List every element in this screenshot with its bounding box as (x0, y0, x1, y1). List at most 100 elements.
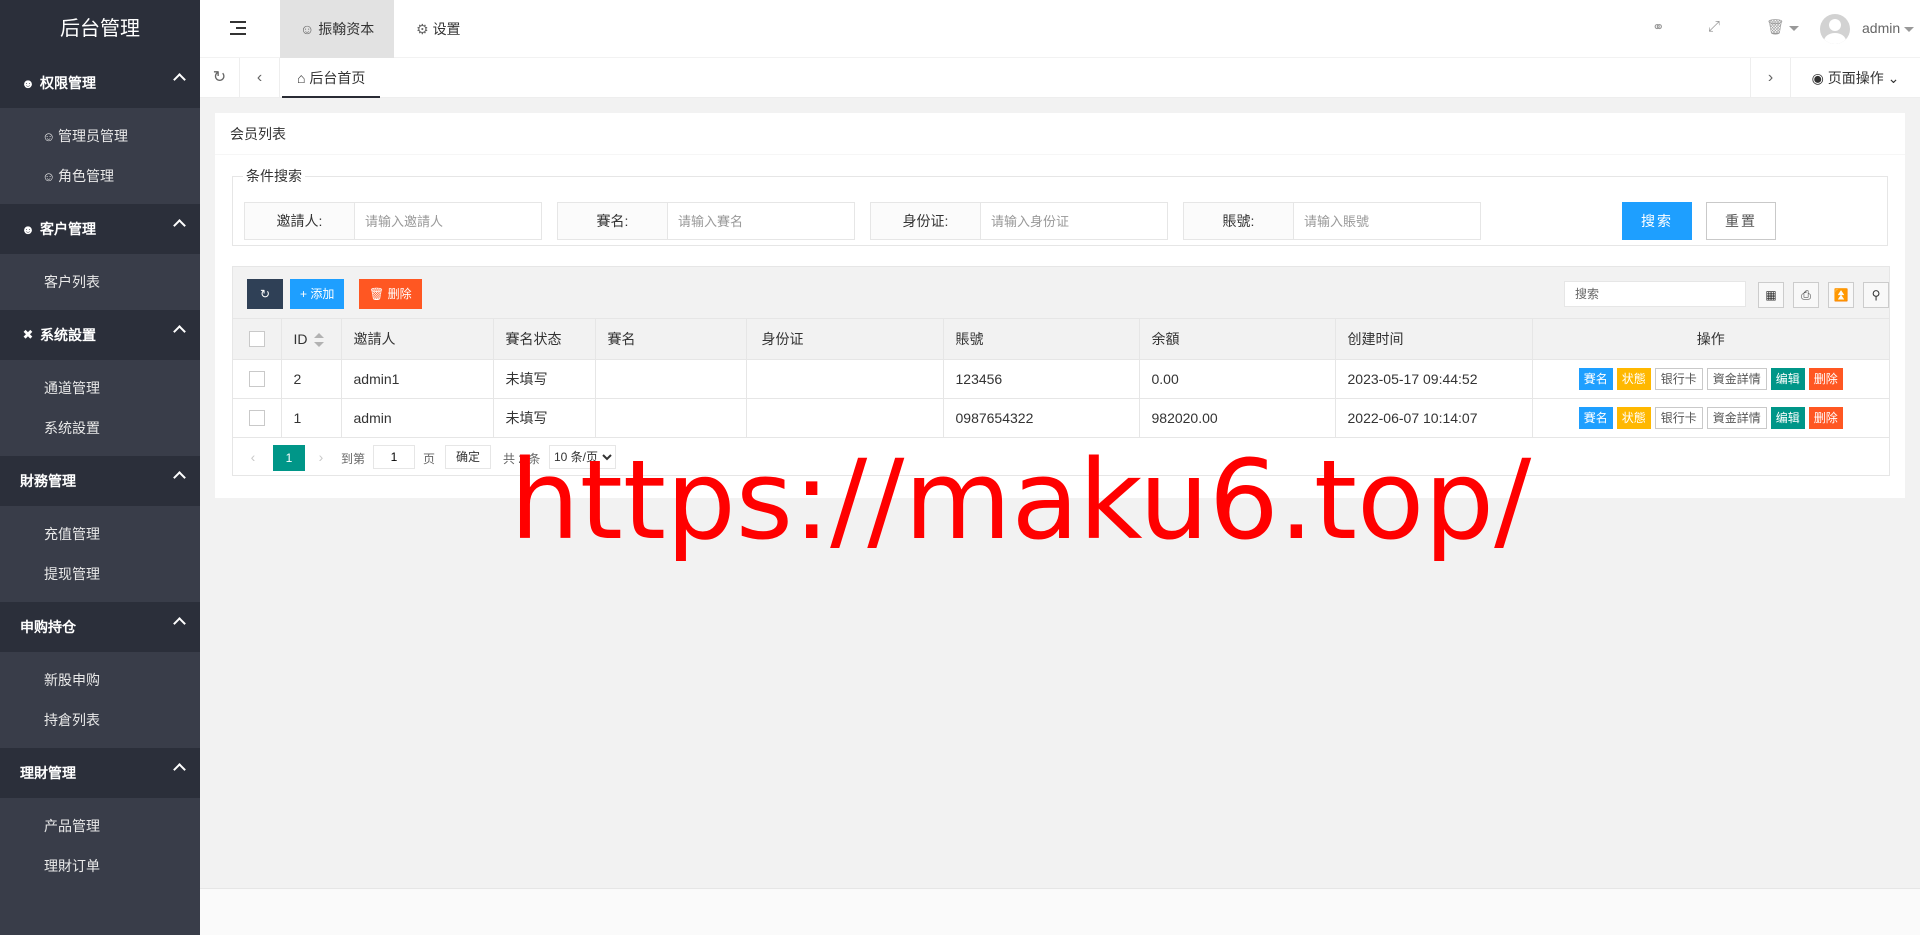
print-icon[interactable]: ⎙ (1793, 282, 1819, 308)
cell-id: 2 (281, 359, 342, 399)
cell-name (595, 359, 747, 399)
chevron-down-icon: ⌄ (1887, 70, 1900, 86)
col-id[interactable]: ID (281, 319, 342, 360)
top-header: ☺ 振翰资本 ⚙ 设置 ⚭ ⤢ 🗑 admin (200, 0, 1920, 58)
sidebar-item-ipo[interactable]: 新股申购 (0, 660, 200, 700)
row-select-cell (233, 359, 282, 399)
sidebar-group-customers[interactable]: ☻ 客户管理 (0, 204, 200, 254)
search-button[interactable]: 搜索 (1622, 202, 1692, 240)
target-icon: ◉ (1811, 70, 1824, 86)
sidebar-item-positions[interactable]: 持倉列表 (0, 700, 200, 740)
cell-balance: 0.00 (1139, 359, 1336, 399)
page-unit-label: 页 (423, 451, 436, 466)
goto-label: 到第 (341, 451, 366, 466)
sidebar-item-system-settings[interactable]: 系统設置 (0, 408, 200, 448)
chevron-left-icon[interactable]: ‹ (240, 58, 280, 98)
header-tab-label: 振翰资本 (318, 21, 375, 37)
sidebar-item-products[interactable]: 产品管理 (0, 806, 200, 846)
menu-toggle-icon[interactable] (230, 18, 250, 38)
sidebar-item-recharge[interactable]: 充值管理 (0, 514, 200, 554)
avatar[interactable] (1820, 14, 1850, 44)
refresh-icon[interactable]: ↻ (200, 58, 240, 98)
chevron-right-icon[interactable]: › (1750, 58, 1790, 98)
status-button[interactable]: 状態 (1616, 367, 1651, 390)
refresh-button[interactable]: ↻ (247, 279, 283, 309)
sidebar-group-system[interactable]: ✖ 系统設置 (0, 310, 200, 360)
funds-detail-button[interactable]: 資金詳情 (1706, 406, 1767, 429)
sidebar-group-subscription[interactable]: 申购持仓 (0, 602, 200, 652)
sidebar-group-finance[interactable]: 財務管理 (0, 456, 200, 506)
tab-home[interactable]: ⌂ 后台首页 (282, 58, 381, 98)
row-checkbox[interactable] (248, 410, 265, 427)
select-all-cell (233, 319, 282, 360)
next-page-icon[interactable]: › (313, 445, 329, 469)
delete-button[interactable]: 🗑 删除 (359, 279, 422, 309)
row-checkbox[interactable] (248, 371, 265, 388)
name-input[interactable] (668, 203, 854, 239)
trash-icon[interactable]: 🗑 (1766, 18, 1800, 36)
header-tab-settings[interactable]: ⚙ 设置 (396, 0, 481, 58)
globe-icon[interactable]: ⚭ (1652, 18, 1665, 36)
cell-balance: 982020.00 (1139, 398, 1336, 438)
cell-actions: 賽名 状態 银行卡 資金詳情 编辑 删除 (1532, 359, 1889, 399)
sidebar-item-admin-manage[interactable]: ☺ 管理员管理 (0, 116, 200, 156)
edit-button[interactable]: 编辑 (1770, 367, 1805, 390)
account-input[interactable] (1294, 203, 1480, 239)
inviter-label: 邀請人: (245, 203, 355, 239)
header-tab-company[interactable]: ☺ 振翰资本 (280, 0, 395, 58)
sidebar-group-label: 申购持仓 (20, 619, 76, 635)
sidebar-item-customer-list[interactable]: 客户列表 (0, 262, 200, 302)
table-row: 1 admin 未填写 0987654322 982020.00 2022-06… (233, 398, 1889, 438)
table-row: 2 admin1 未填写 123456 0.00 2023-05-17 09:4… (233, 359, 1889, 399)
bankcard-button[interactable]: 银行卡 (1654, 406, 1703, 429)
cell-account: 0987654322 (943, 398, 1140, 438)
sidebar-group-permissions[interactable]: ☻ 权限管理 (0, 58, 200, 108)
sidebar-item-role-manage[interactable]: ☺ 角色管理 (0, 156, 200, 196)
home-icon: ⌂ (297, 70, 306, 86)
cell-inviter: admin (341, 398, 494, 438)
user-icon: ☺ (300, 21, 315, 37)
columns-icon[interactable]: ▦ (1758, 282, 1784, 308)
sidebar-group-wealth[interactable]: 理財管理 (0, 748, 200, 798)
row-select-cell (233, 398, 282, 438)
table-search-input[interactable] (1564, 281, 1746, 307)
table-header-row: ID 邀請人 賽名状态 賽名 身份证 賬號 余額 创建时间 操作 (233, 319, 1889, 360)
funds-detail-button[interactable]: 資金詳情 (1706, 367, 1767, 390)
realname-button[interactable]: 賽名 (1578, 367, 1613, 390)
brand-logo[interactable]: 后台管理 (0, 0, 200, 58)
page-ops-dropdown[interactable]: ◉ 页面操作 ⌄ (1790, 58, 1920, 98)
export-icon[interactable]: ⏫ (1828, 282, 1854, 308)
idcard-input[interactable] (981, 203, 1167, 239)
sidebar-item-wealth-orders[interactable]: 理財订单 (0, 846, 200, 886)
footer (200, 888, 1920, 935)
cell-account: 123456 (943, 359, 1140, 399)
reset-button[interactable]: 重置 (1706, 202, 1776, 240)
sort-icon[interactable] (313, 332, 324, 347)
add-label: 添加 (310, 287, 335, 301)
prev-page-icon[interactable]: ‹ (245, 445, 261, 469)
goto-confirm-button[interactable]: 确定 (445, 444, 492, 469)
add-button[interactable]: + 添加 (290, 279, 345, 309)
status-button[interactable]: 状態 (1616, 406, 1651, 429)
sidebar: 后台管理 ☻ 权限管理 ☺ 管理员管理 ☺ 角色管理 ☻ 客户管理 客户列表 ✖ 系… (0, 0, 200, 935)
cell-status: 未填写 (493, 398, 596, 438)
realname-button[interactable]: 賽名 (1578, 406, 1613, 429)
delete-row-button[interactable]: 删除 (1808, 367, 1843, 390)
fullscreen-icon[interactable]: ⤢ (1708, 18, 1720, 35)
goto-page-input[interactable] (373, 444, 415, 469)
edit-button[interactable]: 编辑 (1770, 406, 1805, 429)
user-menu[interactable]: admin (1862, 20, 1915, 36)
col-actions: 操作 (1532, 319, 1889, 360)
cell-name (595, 398, 747, 438)
current-page[interactable]: 1 (273, 444, 305, 471)
bankcard-button[interactable]: 银行卡 (1654, 367, 1703, 390)
sidebar-item-channel-manage[interactable]: 通道管理 (0, 368, 200, 408)
sidebar-item-withdraw[interactable]: 提现管理 (0, 554, 200, 594)
inviter-input[interactable] (355, 203, 541, 239)
select-all-checkbox[interactable] (248, 331, 265, 348)
search-icon[interactable]: ⚲ (1863, 282, 1889, 308)
chevron-up-icon (173, 471, 186, 484)
delete-row-button[interactable]: 删除 (1808, 406, 1843, 429)
tab-home-label: 后台首页 (309, 70, 366, 86)
col-inviter: 邀請人 (341, 319, 494, 360)
